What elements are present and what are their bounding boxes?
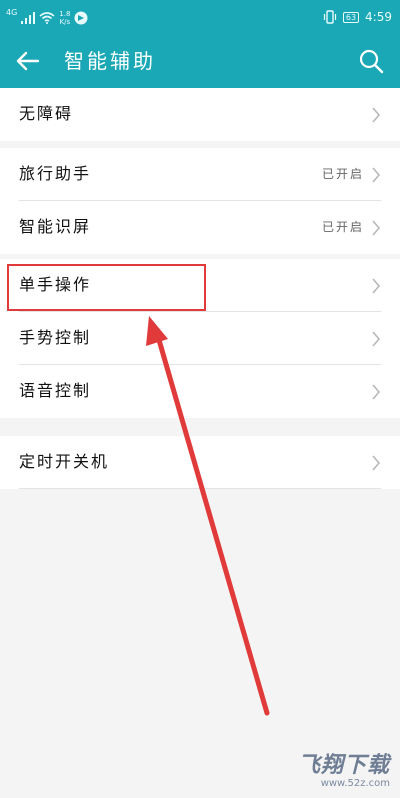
status-text: 已开启 <box>321 220 364 234</box>
page-title: 智能辅助 <box>64 49 156 73</box>
status-text: 已开启 <box>321 167 364 181</box>
arrow-left-icon[interactable] <box>14 47 42 75</box>
settings-group-4: 定时开关机 <box>0 436 400 489</box>
signal-type: 4G <box>6 8 18 17</box>
list-item-smart-screen-recognition[interactable]: 智能识屏 已开启 <box>0 201 400 254</box>
wifi-icon <box>39 12 55 24</box>
list-item-label: 语音控制 <box>19 381 92 400</box>
signal-icon <box>21 12 36 24</box>
list-item-label: 智能识屏 <box>19 217 92 236</box>
chevron-right-icon <box>372 107 381 123</box>
search-icon[interactable] <box>356 46 386 76</box>
settings-group-1: 无障碍 <box>0 88 400 141</box>
list-item-gesture-control[interactable]: 手势控制 <box>0 312 400 365</box>
list-item-accessibility[interactable]: 无障碍 <box>0 88 400 141</box>
highlight-box <box>7 264 206 311</box>
chevron-right-icon <box>372 331 381 347</box>
chevron-right-icon <box>372 167 381 183</box>
chevron-right-icon <box>372 384 381 400</box>
list-item-label: 定时开关机 <box>19 452 110 471</box>
status-left: 4G 1.8 K/s <box>6 7 88 29</box>
app-bar: 智能辅助 <box>0 34 400 88</box>
list-item-label: 无障碍 <box>19 104 74 123</box>
vibrate-icon <box>323 10 336 24</box>
watermark-url: www.52z.com <box>320 778 390 789</box>
app-notification-icon <box>74 11 88 25</box>
watermark: 飞翔下载 www.52z.com <box>298 754 390 790</box>
network-speed: 1.8 K/s <box>59 10 71 26</box>
list-item-travel-assistant[interactable]: 旅行助手 已开启 <box>0 148 400 201</box>
status-right: 63 4:59 <box>323 8 392 26</box>
battery-icon: 63 <box>342 11 360 23</box>
list-item-label: 手势控制 <box>19 328 92 347</box>
chevron-right-icon <box>372 455 381 471</box>
watermark-logo: 飞翔下载 <box>297 753 390 778</box>
list-item-label: 旅行助手 <box>19 164 92 183</box>
list-item-scheduled-power[interactable]: 定时开关机 <box>0 436 400 489</box>
chevron-right-icon <box>372 220 381 236</box>
chevron-right-icon <box>372 278 381 294</box>
list-item-voice-control[interactable]: 语音控制 <box>0 365 400 418</box>
status-bar: 4G 1.8 K/s 63 4:59 <box>0 0 400 34</box>
settings-group-2: 旅行助手 已开启 智能识屏 已开启 <box>0 148 400 254</box>
clock: 4:59 <box>365 10 392 24</box>
divider <box>19 488 381 489</box>
